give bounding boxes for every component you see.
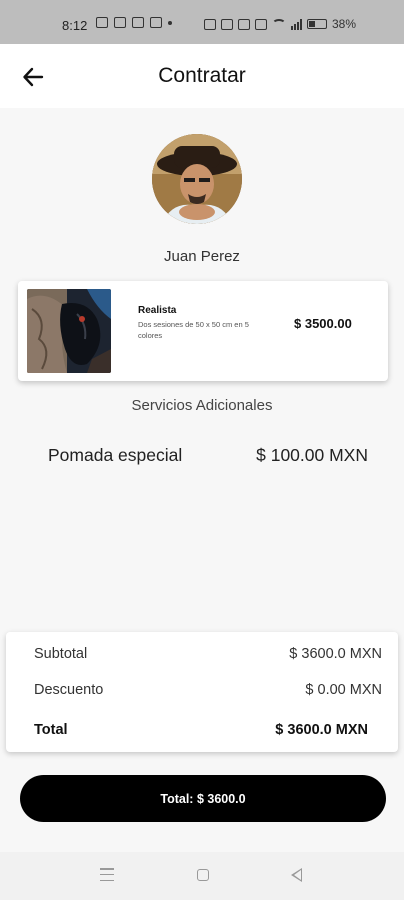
additional-service-price: $ 100.00 MXN bbox=[256, 445, 368, 465]
artist-name: Juan Perez bbox=[164, 248, 240, 265]
system-nav-bar bbox=[0, 852, 404, 900]
additional-service-item: Pomada especial $ 100.00 MXN bbox=[48, 445, 368, 469]
carrier-icon bbox=[150, 17, 162, 28]
bluetooth-icon bbox=[238, 18, 250, 30]
status-notification-icons bbox=[96, 17, 172, 28]
service-price: $ 3500.00 bbox=[294, 316, 352, 331]
subtotal-value: $ 3600.0 MXN bbox=[289, 646, 382, 662]
discount-value: $ 0.00 MXN bbox=[305, 682, 382, 698]
total-value: $ 3600.0 MXN bbox=[275, 722, 368, 738]
notification-icon bbox=[114, 17, 126, 28]
total-label: Total bbox=[34, 722, 68, 738]
battery-percent: 38% bbox=[332, 17, 357, 31]
menu-icon[interactable] bbox=[100, 868, 114, 881]
mute-icon bbox=[221, 18, 233, 30]
notification-icon bbox=[96, 17, 108, 28]
back-icon[interactable] bbox=[291, 868, 302, 882]
service-description: Dos sesiones de 50 x 50 cm en 5 colores bbox=[138, 320, 249, 340]
nfc-icon bbox=[204, 18, 216, 30]
mail-icon bbox=[132, 17, 144, 28]
order-summary: Subtotal $ 3600.0 MXN Descuento $ 0.00 M… bbox=[6, 632, 398, 752]
additional-services-heading: Servicios Adicionales bbox=[131, 397, 273, 414]
signal-icon bbox=[291, 18, 302, 30]
service-title: Realista bbox=[138, 305, 177, 316]
discount-row: Descuento $ 0.00 MXN bbox=[34, 682, 382, 702]
wifi-icon bbox=[272, 19, 286, 29]
subtotal-label: Subtotal bbox=[34, 646, 88, 662]
additional-service-name: Pomada especial bbox=[48, 445, 183, 465]
pay-total-button[interactable]: Total: $ 3600.0 bbox=[20, 775, 386, 822]
battery-icon bbox=[307, 19, 327, 29]
status-bar: 8:12 38% bbox=[0, 0, 404, 44]
total-row: Total $ 3600.0 MXN bbox=[34, 722, 382, 742]
app-bar: Contratar bbox=[0, 44, 404, 108]
home-icon[interactable] bbox=[197, 869, 209, 881]
location-icon bbox=[255, 18, 267, 30]
status-system-icons: 38% bbox=[204, 17, 356, 31]
artist-avatar bbox=[152, 134, 242, 224]
discount-label: Descuento bbox=[34, 682, 104, 698]
dot-icon bbox=[168, 20, 172, 25]
page-title: Contratar bbox=[158, 64, 246, 87]
subtotal-row: Subtotal $ 3600.0 MXN bbox=[34, 646, 382, 666]
service-card[interactable]: Realista Dos sesiones de 50 x 50 cm en 5… bbox=[18, 281, 388, 381]
status-time: 8:12 bbox=[62, 18, 88, 33]
service-image bbox=[27, 289, 111, 373]
